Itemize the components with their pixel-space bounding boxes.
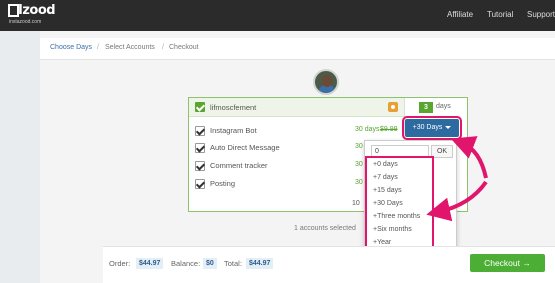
breadcrumb-select-accounts: Select Accounts (105, 44, 155, 51)
brand-name: Izood (18, 3, 56, 18)
settings-icon[interactable] (388, 102, 398, 112)
brand-logo[interactable]: Izood instazood.com (8, 3, 56, 27)
service-label: Posting (210, 179, 236, 188)
days-label: days (436, 103, 451, 110)
add-days-dropdown-menu: 0 OK +0 days +7 days +15 days +30 Days +… (364, 140, 457, 254)
top-navbar: Izood instazood.com Affiliate Tutorial S… (0, 0, 555, 31)
service-days: 30 (355, 161, 363, 168)
service-old-price: $9.99 (380, 126, 398, 133)
service-label: Comment tracker (210, 161, 268, 170)
account-username: lifmoscfement (210, 103, 257, 112)
checkout-button[interactable]: Checkout → (470, 254, 545, 272)
breadcrumb-separator: / (97, 44, 99, 51)
balance-label: Balance: (171, 259, 201, 268)
breadcrumb-checkout: Checkout (169, 44, 199, 51)
nav-affiliate[interactable]: Affiliate (447, 10, 473, 19)
add-days-dropdown-button[interactable]: +30 Days (402, 116, 462, 140)
account-row: lifmoscfement (189, 98, 404, 117)
service-days: 30 (355, 143, 363, 150)
add-days-dropdown-label: +30 Days (412, 124, 443, 131)
service-row: Instagram Bot 30 days $9.99 (195, 125, 398, 139)
days-option[interactable]: +Year (373, 239, 391, 246)
balance-value: $0 (203, 258, 217, 269)
service-days: 30 days (355, 126, 380, 133)
days-badge: 3 (419, 102, 433, 113)
service-checkbox[interactable] (195, 126, 205, 136)
arrow-right-icon: → (522, 258, 531, 268)
account-checkbox[interactable] (195, 102, 205, 112)
service-days: 30 (355, 179, 363, 186)
order-value: $44.97 (136, 258, 164, 269)
total-cell: 10 (352, 200, 360, 207)
service-label: Auto Direct Message (210, 143, 280, 152)
brand-subtitle: instazood.com (9, 19, 42, 25)
days-option[interactable]: +30 Days (373, 200, 403, 207)
service-checkbox[interactable] (195, 161, 205, 171)
custom-days-input[interactable]: 0 (371, 145, 429, 158)
caret-down-icon (445, 125, 452, 129)
days-option[interactable]: +Six months (373, 226, 412, 233)
accounts-selected-text: 1 accounts selected (294, 225, 356, 232)
breadcrumb: Choose Days / Select Accounts / Checkout (40, 38, 555, 60)
service-label: Instagram Bot (210, 126, 257, 135)
checkout-label: Checkout (484, 258, 521, 268)
days-option[interactable]: +7 days (373, 174, 398, 181)
nav-tutorial[interactable]: Tutorial (487, 10, 513, 19)
days-option[interactable]: +Three months (373, 213, 420, 220)
order-label: Order: (109, 259, 131, 268)
breadcrumb-choose-days[interactable]: Choose Days (50, 44, 92, 51)
breadcrumb-separator: / (162, 44, 164, 51)
avatar (313, 69, 339, 95)
service-checkbox[interactable] (195, 179, 205, 189)
days-option[interactable]: +0 days (373, 161, 398, 168)
service-checkbox[interactable] (195, 143, 205, 153)
nav-support[interactable]: Support (527, 10, 555, 19)
days-option[interactable]: +15 days (373, 187, 402, 194)
custom-days-ok-button[interactable]: OK (431, 145, 453, 158)
total-label: Total: (224, 259, 242, 268)
days-options-list: +0 days +7 days +15 days +30 Days +Three… (365, 156, 434, 254)
total-value: $44.97 (246, 258, 274, 269)
